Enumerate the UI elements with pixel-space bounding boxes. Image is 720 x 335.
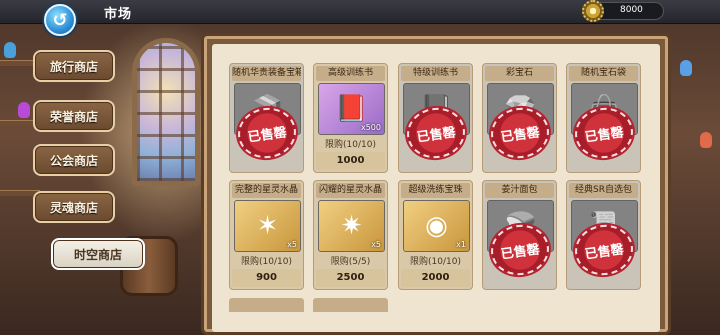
shop-item-card[interactable]: 彩宝石 💎 已售罄 xyxy=(482,63,557,173)
orb-icon: ◉ x1 xyxy=(403,200,470,252)
potion-icon xyxy=(700,132,712,148)
potion-icon xyxy=(4,42,16,58)
shop-item-card[interactable]: 姜汁面包 🍞 已售罄 xyxy=(482,180,557,290)
purple-book-icon: 📕 x500 xyxy=(318,83,385,135)
shop-item-card-partial[interactable] xyxy=(229,298,304,312)
item-name: 姜汁面包 xyxy=(485,183,554,198)
sidebar-item-soul-shop[interactable]: 灵魂商店 xyxy=(33,191,115,223)
item-name: 超级洗练宝珠 xyxy=(401,183,470,198)
blue-crystal-icon: ✷ x5 xyxy=(318,200,385,252)
green-crystal-icon: ✶ x5 xyxy=(234,200,301,252)
purchase-limit: 限购(5/5) xyxy=(330,257,371,267)
shop-item-card[interactable]: 随机华贵装备宝箱 📦 已售罄 xyxy=(229,63,304,173)
shop-item-card[interactable]: 超级洗练宝珠 ◉ x1 限购(10/10) 2000 xyxy=(398,180,473,290)
purchase-limit: 限购(10/10) xyxy=(325,140,376,150)
sidebar-item-honor-shop[interactable]: 荣誉商店 xyxy=(33,100,115,132)
sidebar-item-guild-shop[interactable]: 公会商店 xyxy=(33,144,115,176)
shop-panel: 随机华贵装备宝箱 📦 已售罄 高级训练书 📕x500 限购(10/10) 100… xyxy=(201,33,671,335)
potion-icon xyxy=(680,60,692,76)
sidebar-item-label: 时空商店 xyxy=(73,247,122,262)
item-name: 特级训练书 xyxy=(401,66,470,81)
item-price: 2000 xyxy=(401,269,470,287)
item-quantity: x5 xyxy=(287,240,297,249)
item-name: 完整的星灵水晶 xyxy=(232,183,301,198)
back-arrow-icon[interactable]: ↺ xyxy=(44,4,76,36)
item-name: 经典SR自选包 xyxy=(569,183,638,198)
shop-item-card[interactable]: 完整的星灵水晶 ✶ x5 限购(10/10) 900 xyxy=(229,180,304,290)
item-price: 2500 xyxy=(316,269,385,287)
shop-item-card[interactable]: 闪耀的星灵水晶 ✷ x5 限购(5/5) 2500 xyxy=(313,180,388,290)
gear-coin-icon xyxy=(582,0,604,22)
shop-item-card-partial[interactable] xyxy=(313,298,388,312)
purchase-limit: 限购(10/10) xyxy=(410,257,461,267)
sidebar-item-label: 荣誉商店 xyxy=(49,109,98,124)
sidebar-item-spacetime-shop[interactable]: 时空商店 xyxy=(51,238,145,270)
sidebar-item-travel-shop[interactable]: 旅行商店 xyxy=(33,50,115,82)
stained-glass-window xyxy=(132,38,200,186)
shop-grid: 随机华贵装备宝箱 📦 已售罄 高级训练书 📕x500 限购(10/10) 100… xyxy=(212,44,660,332)
item-name: 闪耀的星灵水晶 xyxy=(316,183,385,198)
shop-item-card[interactable]: 经典SR自选包 📜 已售罄 xyxy=(566,180,641,290)
potion-icon xyxy=(18,102,30,118)
item-quantity: x500 xyxy=(360,123,381,132)
currency-value: 8000 xyxy=(620,5,643,15)
item-name: 随机华贵装备宝箱 xyxy=(232,66,301,81)
purchase-limit: 限购(10/10) xyxy=(241,257,292,267)
item-name: 随机宝石袋 xyxy=(569,66,638,81)
sidebar-item-label: 灵魂商店 xyxy=(49,200,98,215)
sidebar-item-label: 旅行商店 xyxy=(49,59,98,74)
item-name: 彩宝石 xyxy=(485,66,554,81)
item-quantity: x1 xyxy=(456,240,466,249)
item-price: 1000 xyxy=(316,152,385,170)
page-title: 市场 xyxy=(104,7,133,22)
sidebar-item-label: 公会商店 xyxy=(49,153,98,168)
item-name: 高级训练书 xyxy=(316,66,385,81)
shop-item-card[interactable]: 随机宝石袋 👜 已售罄 xyxy=(566,63,641,173)
item-price: 900 xyxy=(232,269,301,287)
shop-item-card[interactable]: 高级训练书 📕 x500 限购(10/10) 1000 xyxy=(313,63,388,173)
shop-item-card[interactable]: 特级训练书 📘 已售罄 xyxy=(398,63,473,173)
item-quantity: x5 xyxy=(371,240,381,249)
